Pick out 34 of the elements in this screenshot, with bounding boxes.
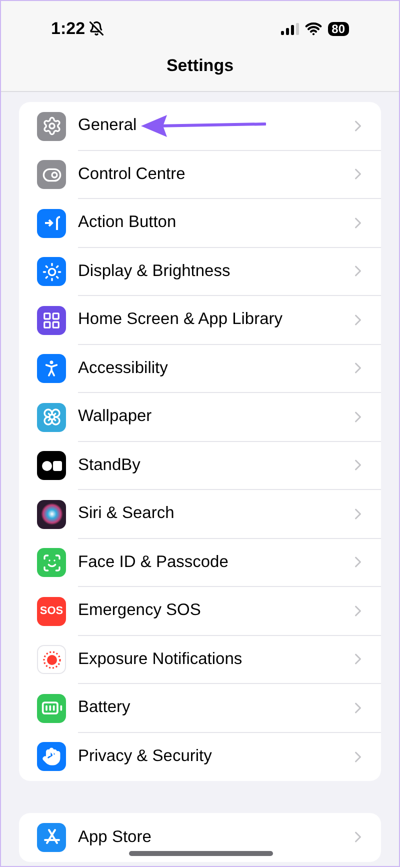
action-icon: [37, 208, 66, 238]
settings-row[interactable]: StandBy: [19, 442, 381, 490]
settings-row[interactable]: Control Centre: [19, 150, 381, 199]
app-store-icon: [37, 822, 66, 852]
settings-row[interactable]: Face ID & Passcode: [19, 538, 381, 587]
settings-row[interactable]: Privacy & Security: [19, 732, 381, 781]
settings-row[interactable]: Home Screen & App Library: [19, 296, 381, 344]
hand-icon: [37, 742, 66, 772]
battery-indicator: 80: [328, 22, 349, 36]
status-time: 1:22: [51, 18, 86, 40]
settings-row[interactable]: SOS Emergency SOS: [19, 587, 381, 636]
settings-row[interactable]: Accessibility: [19, 344, 381, 393]
settings-row[interactable]: Display & Brightness: [19, 248, 381, 296]
dotted-sun-icon: [37, 645, 66, 674]
signal-icon: [280, 22, 299, 34]
settings-row[interactable]: Wallpaper: [19, 393, 381, 442]
wifi-icon: [304, 20, 322, 37]
sos-icon: SOS: [37, 596, 66, 626]
orb-icon: [37, 500, 66, 529]
battery-icon: [37, 694, 66, 723]
face-scan-icon: [37, 548, 66, 578]
sun-icon: [37, 257, 66, 286]
gear-icon: [37, 112, 66, 141]
toggle-icon: [37, 160, 66, 190]
grid-icon: [37, 306, 66, 335]
settings-row[interactable]: Battery: [19, 684, 381, 732]
accessibility-icon: [37, 354, 66, 384]
settings-row[interactable]: Exposure Notifications: [19, 636, 381, 684]
bell-off-icon: [89, 21, 104, 36]
settings-row[interactable]: Action Button: [19, 199, 381, 248]
settings-row[interactable]: Siri & Search: [19, 490, 381, 538]
standby-icon: [37, 451, 66, 480]
flower-icon: [37, 402, 66, 432]
page-title: Settings: [166, 55, 234, 78]
